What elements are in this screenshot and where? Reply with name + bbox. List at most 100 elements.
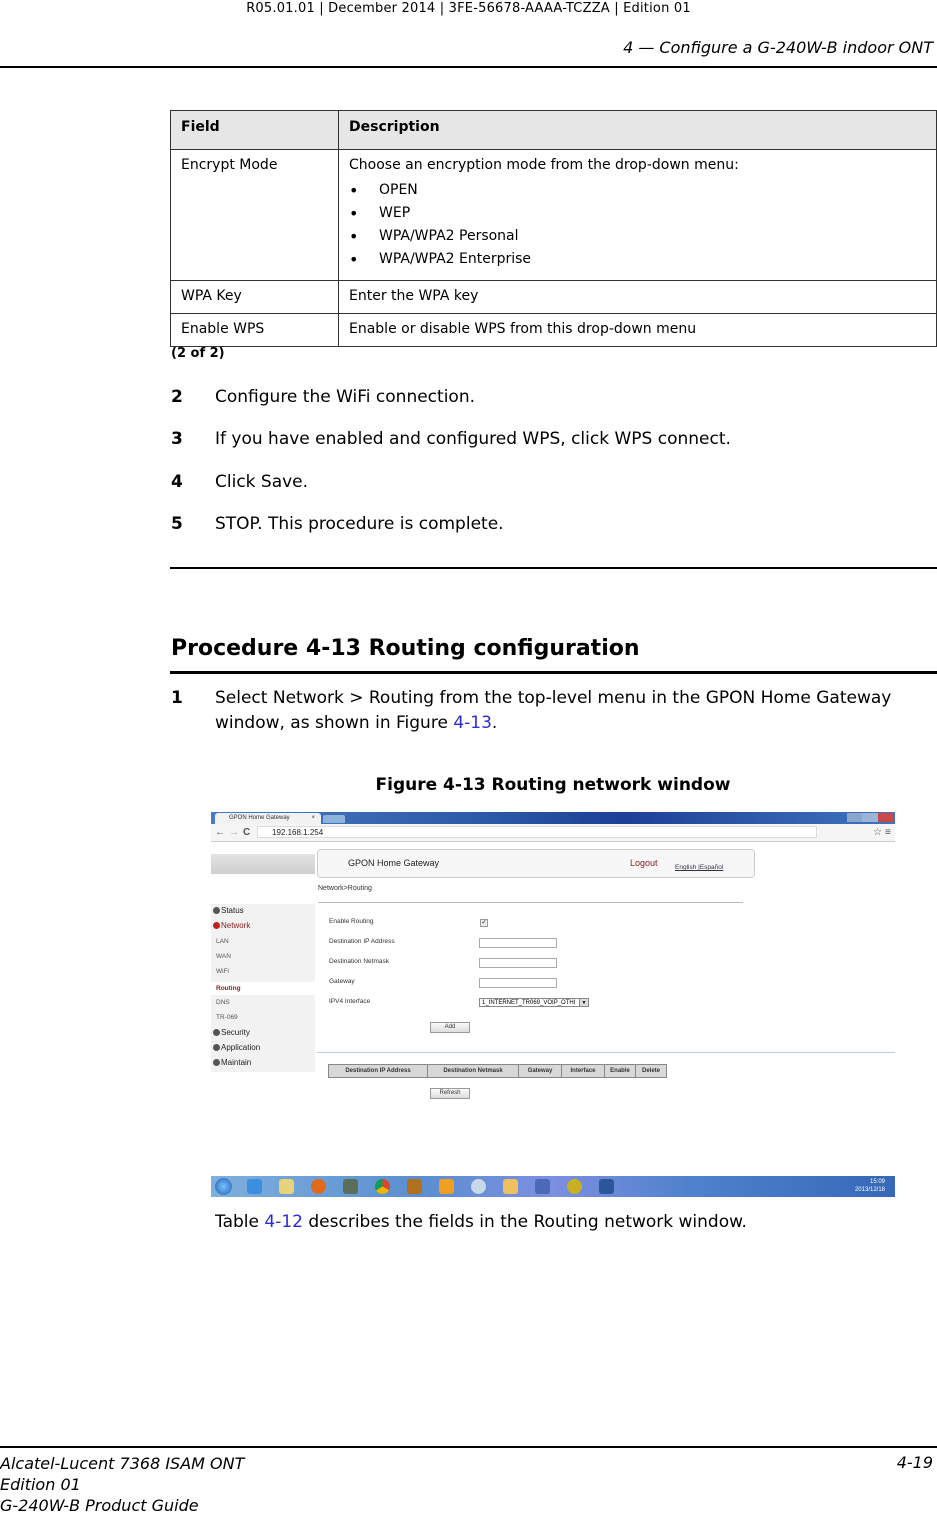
list-item: WEP	[349, 202, 926, 225]
edition: Edition 01	[0, 1475, 81, 1494]
ultraedit-icon[interactable]	[567, 1179, 582, 1194]
tab-close-icon[interactable]: ×	[311, 813, 315, 824]
breadcrumb: Network>Routing	[318, 885, 372, 892]
table-link[interactable]: 4-12	[264, 1212, 303, 1232]
menu-icon[interactable]: ≡	[885, 827, 891, 838]
sidebar-item-wifi[interactable]: WiFi	[216, 968, 229, 975]
chrome-icon[interactable]	[375, 1179, 390, 1194]
table-header-row: Field Description	[170, 110, 937, 150]
step-text: If you have enabled and configured WPS, …	[215, 429, 731, 449]
procedure-end-rule	[170, 567, 937, 569]
system-tray-clock[interactable]: 15:09 2013/12/18	[855, 1178, 885, 1194]
punctuation: .	[491, 713, 498, 733]
minimize-icon[interactable]	[847, 813, 863, 822]
field-description: Choose an encryption mode from the drop-…	[338, 149, 937, 281]
list-item: WPA/WPA2 Personal	[349, 225, 926, 248]
address-bar[interactable]: 192.168.1.254	[257, 826, 817, 838]
window-controls	[847, 813, 893, 822]
refresh-button[interactable]: Refresh	[430, 1088, 470, 1099]
field-description-table: Field Description Encrypt Mode Choose an…	[170, 110, 937, 347]
maximize-icon[interactable]	[862, 813, 878, 822]
table-row: Enable WPS Enable or disable WPS from th…	[170, 313, 937, 347]
chapter-title: 4 — Configure a G-240W-B indoor ONT	[623, 38, 933, 57]
new-tab-button[interactable]	[323, 815, 345, 823]
field-name: WPA Key	[170, 280, 339, 314]
field-description: Enter the WPA key	[338, 280, 937, 314]
sidebar-item-label: Security	[221, 1028, 250, 1037]
sidebar-item-security[interactable]: Security	[213, 1028, 250, 1037]
internet-explorer-icon[interactable]	[247, 1179, 262, 1194]
column-header: Delete	[635, 1064, 667, 1078]
step-number: 5	[171, 514, 183, 534]
outlook-icon[interactable]	[439, 1179, 454, 1194]
expand-icon	[213, 922, 220, 929]
browser-tab[interactable]: GPON Home Gateway ×	[215, 813, 321, 824]
step-text: STOP. This procedure is complete.	[215, 514, 504, 534]
list-item: OPEN	[349, 179, 926, 202]
figure-followup-text: Table 4-12 describes the fields in the R…	[215, 1212, 747, 1232]
column-header: Field	[170, 110, 339, 150]
table-row: WPA Key Enter the WPA key	[170, 280, 937, 314]
bookmark-star-icon[interactable]: ☆	[873, 827, 882, 838]
notebook-icon[interactable]	[407, 1179, 422, 1194]
section-separator	[317, 1052, 895, 1053]
gateway-header: GPON Home Gateway Logout English |Españo…	[317, 849, 755, 878]
sidebar-item-dns[interactable]: DNS	[216, 999, 230, 1006]
back-icon[interactable]: ←	[215, 827, 225, 838]
field-name: Enable WPS	[170, 313, 339, 347]
start-button-icon[interactable]	[215, 1178, 232, 1195]
reload-icon[interactable]: C	[243, 827, 250, 838]
sidebar-header-band	[211, 854, 315, 874]
routing-window-screenshot: GPON Home Gateway × ← → C 192.168.1.254 …	[211, 812, 895, 1197]
route-table-header: Destination IP Address Destination Netma…	[328, 1064, 667, 1078]
forward-icon[interactable]: →	[229, 827, 239, 838]
ipv4-interface-select[interactable]: 1_INTERNET_TR069_VOIP_OTHI ▼	[479, 998, 589, 1007]
sidebar-item-tr069[interactable]: TR-069	[216, 1014, 238, 1021]
close-icon[interactable]	[877, 813, 893, 822]
list-item: WPA/WPA2 Enterprise	[349, 248, 926, 271]
description-text: Choose an encryption mode from the drop-…	[349, 157, 739, 173]
step-number: 4	[171, 472, 183, 492]
column-header: Destination Netmask	[427, 1064, 519, 1078]
language-links[interactable]: English |Español	[675, 864, 723, 871]
word-icon[interactable]	[599, 1179, 614, 1194]
destination-ip-input[interactable]	[479, 938, 557, 948]
enable-routing-checkbox[interactable]: ✓	[480, 919, 488, 927]
destination-netmask-input[interactable]	[479, 958, 557, 968]
chevron-down-icon[interactable]: ▼	[579, 999, 588, 1006]
column-header: Description	[338, 110, 937, 150]
user-app-icon[interactable]	[503, 1179, 518, 1194]
column-header: Interface	[561, 1064, 605, 1078]
sidebar-item-routing[interactable]: Routing	[211, 982, 315, 995]
sync-app-icon[interactable]	[535, 1179, 550, 1194]
firefox-icon[interactable]	[311, 1179, 326, 1194]
sidebar-item-label: Status	[221, 906, 244, 915]
sidebar-item-status[interactable]: Status	[213, 906, 244, 915]
add-button[interactable]: Add	[430, 1022, 470, 1033]
file-explorer-icon[interactable]	[279, 1179, 294, 1194]
field-name: Encrypt Mode	[170, 149, 339, 281]
disk-utility-icon[interactable]	[471, 1179, 486, 1194]
figure-caption: Figure 4-13 Routing network window	[375, 775, 731, 795]
sidebar-item-maintain[interactable]: Maintain	[213, 1058, 251, 1067]
windows-taskbar: 15:09 2013/12/18	[211, 1176, 895, 1197]
step-text: Click Save.	[215, 472, 309, 492]
clock-time: 15:09	[869, 1179, 885, 1185]
route-table: Destination IP Address Destination Netma…	[328, 1064, 667, 1078]
figure-link[interactable]: 4-13	[453, 713, 492, 733]
guide-title: G-240W-B Product Guide	[0, 1496, 199, 1515]
sidebar-item-network[interactable]: Network	[213, 921, 250, 930]
sidebar-item-application[interactable]: Application	[213, 1043, 260, 1052]
step-text: window, as shown in Figure	[215, 713, 454, 733]
app-window-icon[interactable]	[343, 1179, 358, 1194]
logout-link[interactable]: Logout	[630, 858, 658, 868]
step-text: Configure the WiFi connection.	[215, 387, 475, 407]
sidebar-item-wan[interactable]: WAN	[216, 953, 231, 960]
field-description: Enable or disable WPS from this drop-dow…	[338, 313, 937, 347]
gateway-input[interactable]	[479, 978, 557, 988]
sidebar-item-lan[interactable]: LAN	[216, 938, 229, 945]
destination-netmask-label: Destination Netmask	[329, 958, 389, 965]
gateway-label: Gateway	[329, 978, 355, 985]
step-number: 1	[171, 688, 183, 708]
table-row: Encrypt Mode Choose an encryption mode f…	[170, 149, 937, 281]
